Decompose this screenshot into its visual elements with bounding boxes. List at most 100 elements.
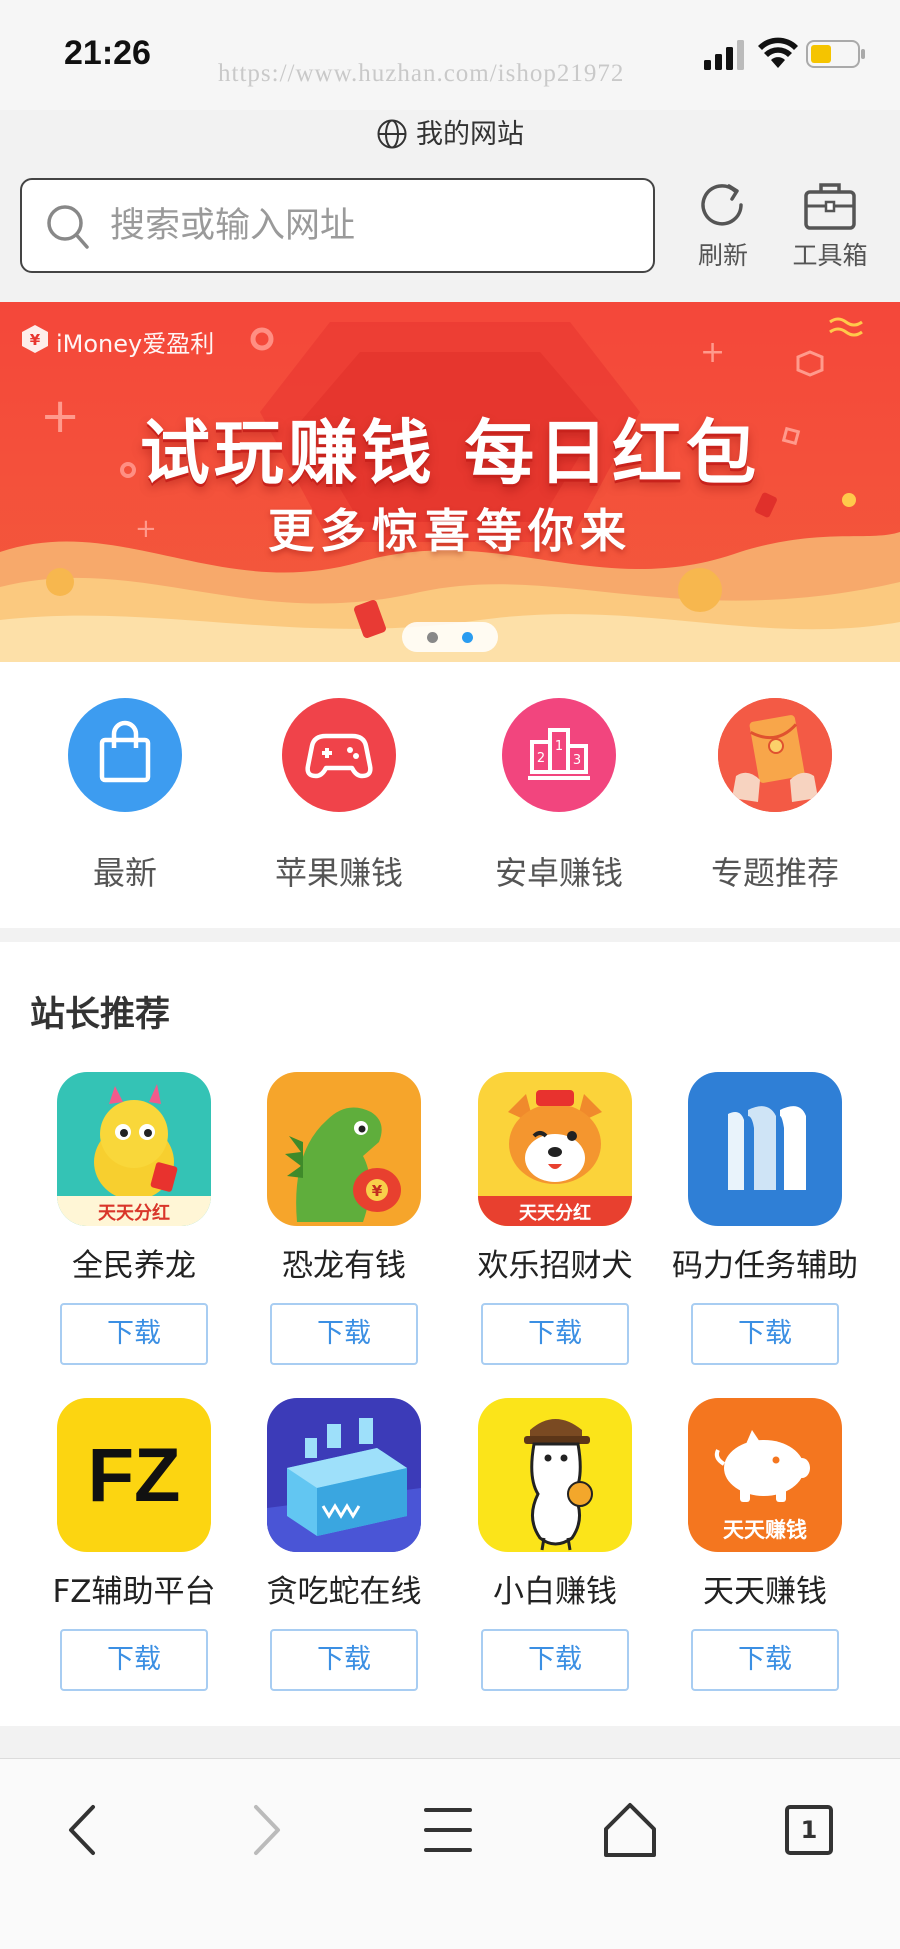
search-bar[interactable] bbox=[20, 178, 655, 273]
carousel-dot-1[interactable] bbox=[427, 632, 438, 643]
category-apple-earn[interactable]: 苹果赚钱 bbox=[249, 698, 429, 894]
app-icon: FZ bbox=[57, 1398, 211, 1552]
app-card-huanle-zhaocaiquan[interactable]: 天天分红 欢乐招财犬 下载 bbox=[455, 1072, 655, 1365]
download-button[interactable]: 下载 bbox=[481, 1629, 629, 1691]
toolbox-label: 工具箱 bbox=[792, 241, 868, 270]
site-label-text: 我的网站 bbox=[416, 119, 524, 150]
app-icon: 天天分红 bbox=[57, 1072, 211, 1226]
category-label: 苹果赚钱 bbox=[274, 854, 403, 892]
banner-subtitle: 更多惊喜等你来 bbox=[268, 504, 632, 558]
green-dinosaur-icon: ¥ bbox=[267, 1072, 421, 1226]
svg-text:¥: ¥ bbox=[30, 331, 41, 349]
battery-icon bbox=[806, 40, 865, 68]
download-button[interactable]: 下载 bbox=[691, 1629, 839, 1691]
app-icon: 天天分红 bbox=[478, 1072, 632, 1226]
download-button[interactable]: 下载 bbox=[691, 1303, 839, 1365]
category-label: 安卓赚钱 bbox=[494, 854, 623, 892]
banner-brand: iMoney爱盈利 bbox=[56, 330, 215, 358]
promo-banner[interactable]: + + + ¥ iMoney爱盈利 试玩赚钱 每日红包 更多惊喜等你来 bbox=[0, 302, 900, 662]
toolbox-button[interactable]: 工具箱 bbox=[770, 178, 890, 278]
globe-icon bbox=[377, 119, 407, 149]
app-name: 全民养龙 bbox=[72, 1248, 196, 1284]
back-button[interactable] bbox=[43, 1795, 123, 1865]
menu-icon bbox=[424, 1808, 472, 1852]
category-icon-circle bbox=[282, 698, 396, 812]
category-icon-circle: 1 2 3 bbox=[502, 698, 616, 812]
chevron-left-icon bbox=[69, 1805, 95, 1855]
carousel-dot-2-active[interactable] bbox=[462, 632, 473, 643]
refresh-button[interactable]: 刷新 bbox=[663, 178, 783, 278]
gamepad-icon bbox=[305, 733, 373, 779]
banner-title: 试玩赚钱 每日红包 bbox=[139, 412, 761, 494]
recommendations-section: 站长推荐 天天分红 全民养龙 下载 ¥ 恐龙有钱 下载 天天分红 欢乐招财犬 下… bbox=[0, 942, 900, 1726]
snake-game-icon bbox=[267, 1398, 421, 1552]
podium-icon: 1 2 3 bbox=[528, 728, 590, 780]
wifi-icon bbox=[758, 37, 798, 68]
app-name: 贪吃蛇在线 bbox=[266, 1574, 422, 1610]
section-title: 站长推荐 bbox=[30, 995, 171, 1035]
app-icon-caption: 天天分红 bbox=[98, 1203, 170, 1224]
app-icon bbox=[688, 1072, 842, 1226]
category-label: 专题推荐 bbox=[710, 854, 839, 892]
search-input[interactable] bbox=[110, 202, 630, 250]
app-card-quanmin-yanglong[interactable]: 天天分红 全民养龙 下载 bbox=[34, 1072, 234, 1365]
app-icon-caption: FZ bbox=[87, 1433, 181, 1518]
app-card-fz-fuzhu[interactable]: FZ FZ辅助平台 下载 bbox=[34, 1398, 234, 1691]
svg-text:2: 2 bbox=[537, 751, 545, 766]
category-label: 最新 bbox=[92, 854, 157, 892]
shopping-bag-icon bbox=[99, 720, 151, 783]
browser-bottom-bar: 1 bbox=[0, 1758, 900, 1949]
app-icon-caption: 天天分红 bbox=[519, 1203, 591, 1224]
app-card-tanchishe-zaixian[interactable]: 贪吃蛇在线 下载 bbox=[244, 1398, 444, 1691]
app-name: 恐龙有钱 bbox=[282, 1248, 406, 1284]
download-button[interactable]: 下载 bbox=[481, 1303, 629, 1365]
cellular-signal-icon bbox=[704, 40, 744, 70]
category-android-earn[interactable]: 1 2 3 安卓赚钱 bbox=[469, 698, 649, 894]
red-envelope-icon bbox=[718, 698, 832, 812]
app-card-mali-renwu-fuzhu[interactable]: 码力任务辅助 下载 bbox=[665, 1072, 865, 1365]
app-card-xiaobai-zhuanqian[interactable]: 小白赚钱 下载 bbox=[455, 1398, 655, 1691]
search-icon bbox=[47, 205, 89, 249]
category-featured[interactable]: 专题推荐 bbox=[685, 698, 865, 894]
watermark-url: https://www.huzhan.com/ishop21972 bbox=[218, 60, 625, 87]
app-name: 码力任务辅助 bbox=[672, 1248, 858, 1284]
app-name: FZ辅助平台 bbox=[52, 1574, 216, 1610]
status-bar: 21:26 https://www.huzhan.com/ishop21972 bbox=[0, 0, 900, 110]
app-name: 欢乐招财犬 bbox=[477, 1248, 633, 1284]
app-icon: ¥ bbox=[267, 1072, 421, 1226]
download-button[interactable]: 下载 bbox=[60, 1303, 208, 1365]
svg-text:+: + bbox=[700, 335, 725, 370]
site-label[interactable]: 我的网站 bbox=[0, 112, 900, 151]
category-nav: 最新 苹果赚钱 1 2 3 安卓赚钱 专题推荐 bbox=[0, 662, 900, 928]
app-icon-caption: 天天赚钱 bbox=[723, 1518, 807, 1542]
status-time: 21:26 bbox=[64, 34, 151, 72]
app-name: 小白赚钱 bbox=[493, 1574, 617, 1610]
download-button[interactable]: 下载 bbox=[60, 1629, 208, 1691]
home-button[interactable] bbox=[590, 1795, 670, 1865]
home-icon bbox=[604, 1803, 656, 1857]
svg-text:1: 1 bbox=[555, 739, 563, 754]
category-icon-circle bbox=[68, 698, 182, 812]
toolbox-icon bbox=[804, 183, 856, 230]
tabs-button[interactable]: 1 bbox=[773, 1795, 853, 1865]
app-icon bbox=[478, 1398, 632, 1552]
menu-button[interactable] bbox=[408, 1795, 488, 1865]
carousel-indicator[interactable] bbox=[402, 622, 498, 652]
peanut-character-icon bbox=[478, 1398, 632, 1552]
category-icon-circle bbox=[718, 698, 832, 812]
tabs-count: 1 bbox=[800, 1816, 818, 1844]
imoney-logo-icon: ¥ bbox=[22, 325, 48, 353]
chevron-right-icon bbox=[254, 1805, 280, 1855]
forward-button[interactable] bbox=[226, 1795, 306, 1865]
refresh-label: 刷新 bbox=[697, 241, 748, 270]
app-icon bbox=[267, 1398, 421, 1552]
category-newest[interactable]: 最新 bbox=[35, 698, 215, 894]
app-card-tiantian-zhuanqian[interactable]: 天天赚钱 天天赚钱 下载 bbox=[665, 1398, 865, 1691]
app-icon: 天天赚钱 bbox=[688, 1398, 842, 1552]
download-button[interactable]: 下载 bbox=[270, 1629, 418, 1691]
svg-text:3: 3 bbox=[573, 753, 581, 768]
app-card-konglong-youqian[interactable]: ¥ 恐龙有钱 下载 bbox=[244, 1072, 444, 1365]
refresh-icon bbox=[701, 184, 743, 226]
app-name: 天天赚钱 bbox=[703, 1574, 827, 1610]
download-button[interactable]: 下载 bbox=[270, 1303, 418, 1365]
